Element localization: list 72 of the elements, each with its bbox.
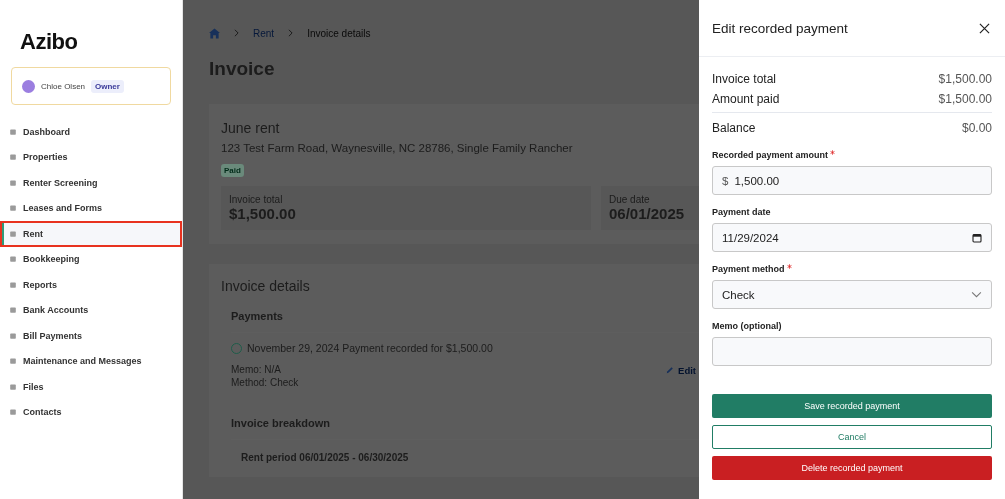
sidebar-item[interactable]: Reports [0,272,182,298]
field-label: Recorded payment amount [712,150,836,160]
nav-icon [9,178,17,187]
close-icon[interactable] [979,22,990,34]
logo: Azibo [20,29,79,55]
chevron-icon [288,29,294,37]
section-heading: Invoice details [221,278,310,294]
sidebar-item[interactable]: Renter Screening [0,170,182,196]
summary-value: $1,500.00 [938,92,992,106]
required-asterisk-icon [786,264,792,269]
nav-icon [9,357,17,366]
nav-icon [9,280,17,289]
summary-label: Amount paid [712,92,780,106]
payment-memo: Memo: N/A [231,364,282,375]
required-asterisk-icon [830,150,836,155]
sidebar-item[interactable]: Bill Payments [0,323,182,349]
currency-prefix: $ [722,174,729,187]
sidebar-item[interactable]: Dashboard [0,119,182,145]
payment-method-select[interactable]: Check [712,280,992,309]
date-field[interactable]: 11/29/2024 [712,223,992,252]
field-value: 1,500.00 [734,174,780,187]
nav-icon [9,127,17,136]
field-label: Payment method [712,264,792,274]
nav-icon [9,382,17,391]
sidebar-item[interactable]: Bookkeeping [0,246,182,272]
sidebar-item[interactable]: Rent [0,221,182,247]
memo-field[interactable] [712,337,992,366]
status-badge: Paid [221,164,244,177]
sidebar-item[interactable]: Maintenance and Messages [0,348,182,374]
page-title: Invoice [209,58,275,80]
summary-value: $1,500.00 [938,72,992,86]
user-card[interactable]: Chloe Olsen Owner [11,67,171,105]
amount-field[interactable]: $ 1,500.00 [712,166,992,195]
nav-icon [9,306,17,315]
sidebar-item[interactable]: Contacts [0,399,182,425]
summary-label: Invoice total [712,72,777,86]
stat-value: $1,500.00 [229,205,296,222]
cancel-button[interactable]: Cancel [712,425,992,449]
nav-icon [9,229,17,238]
stat-value: 06/01/2025 [609,205,685,222]
field-label: Payment date [712,207,771,217]
field-value: 11/29/2024 [722,231,779,244]
home-icon[interactable] [209,27,220,39]
field-value: Check [722,288,755,301]
invoice-title: June rent [221,120,280,136]
save-button[interactable]: Save recorded payment [712,394,992,418]
drawer-title: Edit recorded payment [712,20,848,36]
pencil-icon [666,366,675,374]
avatar-icon [22,79,35,93]
nav-icon [9,204,17,213]
payment-summary: November 29, 2024 Payment recorded for $1,500.00 [247,342,493,354]
sidebar-item[interactable]: Leases and Forms [0,195,182,221]
rent-period: Rent period 06/01/2025 - 06/30/2025 [241,452,410,463]
property-address: 123 Test Farm Road, Waynesville, NC 28786, Single Family Rancher [221,142,573,154]
nav-icon [9,331,17,340]
nav-icon [9,153,17,162]
chevron-icon [234,29,239,37]
summary-value: $0.00 [961,121,992,135]
user-name: Chloe Olsen [41,81,86,91]
sidebar-item[interactable]: Files [0,374,182,400]
nav-icon [9,408,17,417]
nav-icon [9,255,17,264]
sidebar-item[interactable]: Properties [0,144,182,170]
field-label: Memo (optional) [712,321,782,331]
sidebar-item[interactable]: Bank Accounts [0,297,182,323]
payment-method: Method: Check [231,377,299,388]
summary-label: Balance [712,121,756,135]
delete-button[interactable]: Delete recorded payment [712,456,992,480]
caret-icon [971,291,982,298]
stat-label: Due date [609,194,650,205]
calendar-icon [972,232,982,243]
role-badge: Owner [91,79,124,93]
